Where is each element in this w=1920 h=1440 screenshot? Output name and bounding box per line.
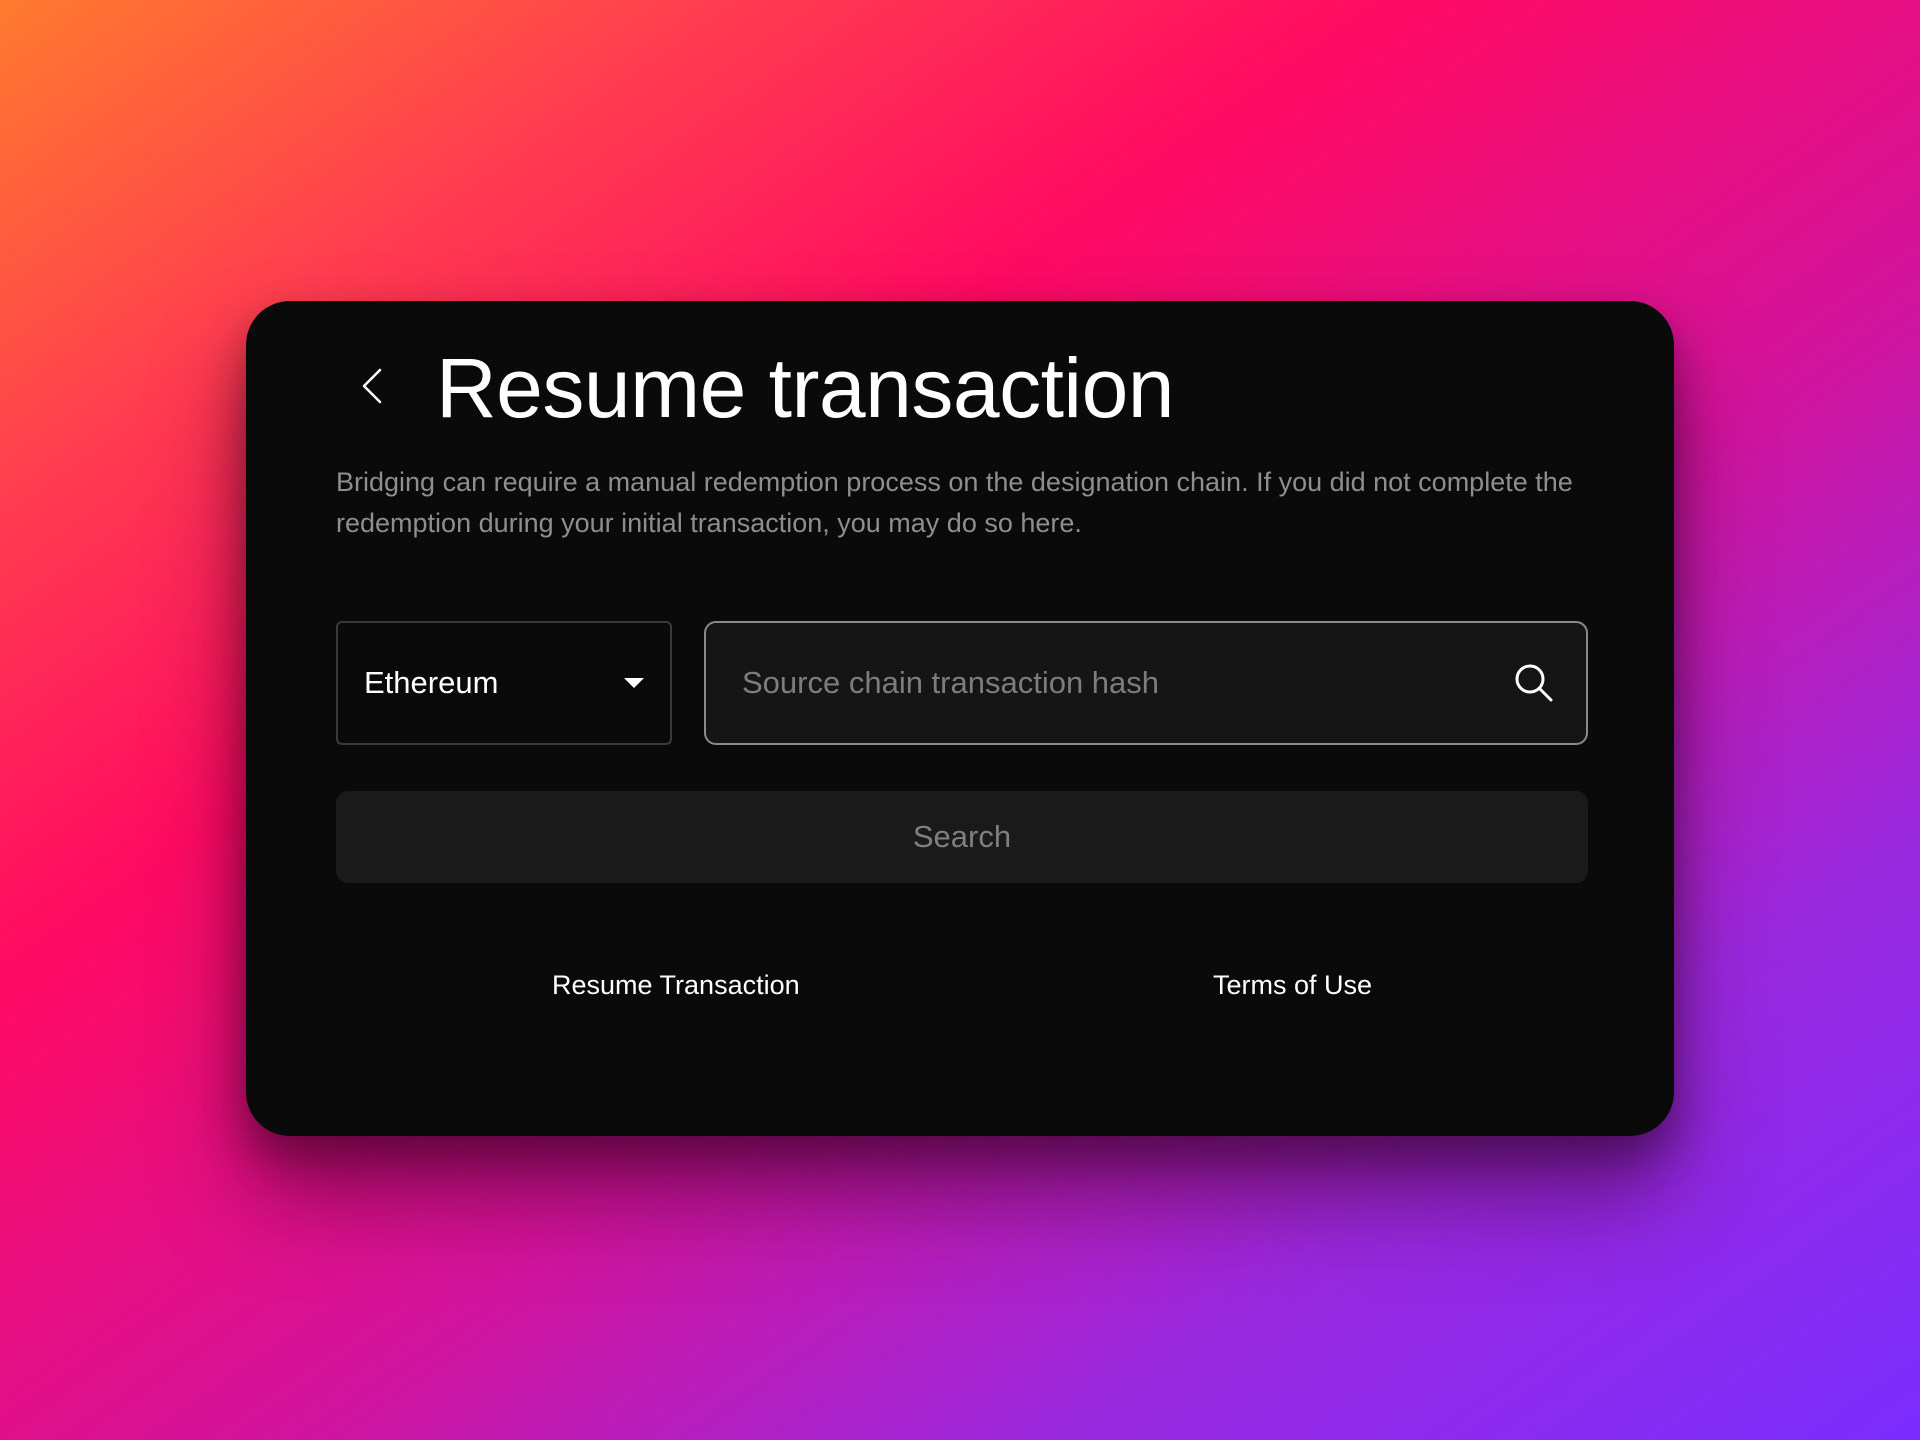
caret-down-icon — [624, 678, 644, 688]
chain-select-value: Ethereum — [364, 665, 499, 700]
page-title: Resume transaction — [436, 341, 1175, 435]
back-button[interactable] — [340, 356, 404, 420]
search-icon[interactable] — [1512, 661, 1556, 705]
chain-select-dropdown[interactable]: Ethereum — [336, 621, 672, 745]
chevron-left-icon — [360, 366, 384, 411]
transaction-hash-field[interactable] — [704, 621, 1588, 745]
page-description: Bridging can require a manual redemption… — [336, 467, 1573, 538]
footer-link-resume-transaction[interactable]: Resume Transaction — [552, 970, 800, 1001]
transaction-hash-input[interactable] — [740, 664, 1512, 702]
footer-link-terms-of-use[interactable]: Terms of Use — [1213, 970, 1372, 1001]
search-button[interactable]: Search — [336, 791, 1588, 883]
